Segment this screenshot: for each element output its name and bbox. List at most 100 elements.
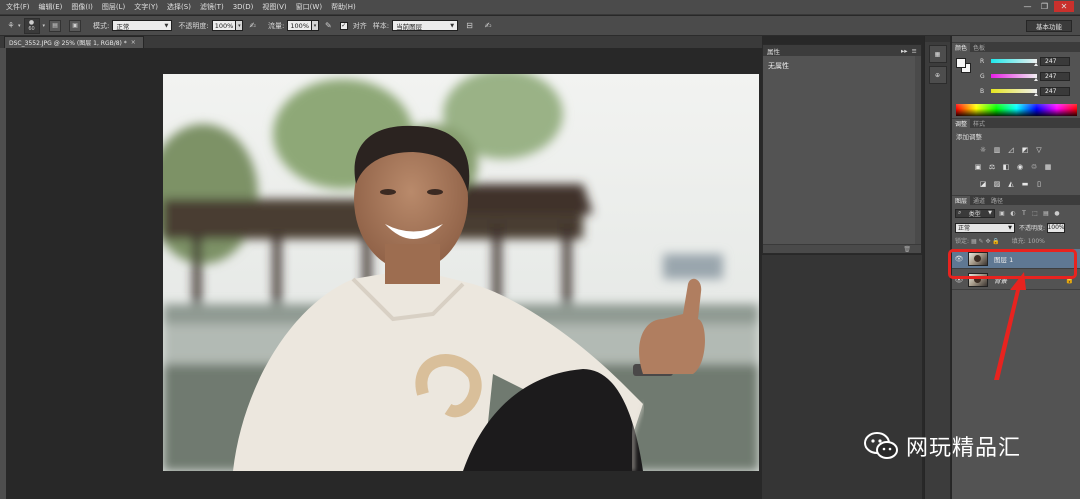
watermark-text: 网玩精品汇 [906,436,1022,461]
black-white-icon[interactable]: ◧ [1001,162,1011,171]
vibrance-icon[interactable]: ▽ [1034,145,1044,154]
layer-filter-select[interactable]: ⌕ 类型 ▼ [955,208,995,218]
layer-name[interactable]: 背景 [994,275,1007,285]
green-label: G [980,72,985,80]
menu-file[interactable]: 文件(F) [6,2,30,12]
tab-color[interactable]: 颜色 [952,43,971,52]
history-panel-icon[interactable]: ▦ [928,45,947,63]
color-lookup-icon[interactable]: ▦ [1043,162,1053,171]
photo-filter-icon[interactable]: ◉ [1015,162,1025,171]
airbrush-icon[interactable]: ✎ [325,21,332,30]
color-balance-icon[interactable]: ⚖ [987,162,997,171]
properties-panel: 属性 ▸▸ ≡ 无属性 🗑 [762,44,922,254]
ignore-adjustment-layers-icon[interactable]: ⊟ [466,21,473,30]
layer-opacity-input[interactable]: 100% [1047,222,1066,233]
lock-icon[interactable]: 🔒 [1065,276,1074,284]
menu-view[interactable]: 视图(V) [262,2,286,12]
selective-color-icon[interactable]: ▯ [1034,179,1044,188]
filter-toggle-icon[interactable]: ● [1053,210,1061,217]
tab-styles[interactable]: 样式 [970,119,988,128]
brush-preset-arrow-icon[interactable]: ▾ [43,23,46,29]
red-value-input[interactable]: 247 [1040,56,1070,66]
color-panel-tabs: 颜色 色板 [952,42,1080,52]
document-tab[interactable]: DSC_3552.JPG @ 25% (图层 1, RGB/8) * × [4,36,144,48]
properties-footer: 🗑 [763,244,921,253]
mode-select[interactable]: 正常 ▼ [112,20,173,31]
close-button[interactable]: ✕ [1054,1,1074,12]
pressure-size-icon[interactable]: ✍ [485,21,492,30]
trash-icon[interactable]: 🗑 [903,246,911,253]
layer-row[interactable]: 👁 图层 1 [952,249,1080,269]
color-spectrum[interactable] [956,104,1077,116]
filter-adjustment-icon[interactable]: ◐ [1009,210,1017,217]
minimize-button[interactable]: — [1020,1,1035,12]
filter-smart-object-icon[interactable]: ▤ [1042,210,1050,217]
tab-adjustments[interactable]: 调整 [952,119,971,128]
levels-icon[interactable]: ▥ [992,145,1002,154]
threshold-icon[interactable]: ◭ [1006,179,1016,188]
menu-help[interactable]: 帮助(H) [331,2,356,12]
visibility-eye-icon[interactable]: 👁 [952,276,966,284]
brightness-icon[interactable]: ☼ [978,145,988,154]
clone-source-panel-icon[interactable]: ▣ [69,19,82,32]
blue-slider[interactable] [991,89,1038,96]
panel-menu-icon[interactable]: ≡ [912,47,917,55]
properties-tab[interactable]: 属性 [767,46,780,56]
foreground-color-swatch[interactable] [956,58,966,68]
layer-name[interactable]: 图层 1 [994,254,1013,264]
properties-scrollbar[interactable] [915,56,921,246]
hue-saturation-icon[interactable]: ▣ [973,162,983,171]
clone-stamp-tool-icon[interactable]: ⚘ [4,19,18,33]
menu-type[interactable]: 文字(Y) [134,2,158,12]
menu-3d[interactable]: 3D(D) [233,3,254,11]
align-checkbox[interactable]: ✓ [339,21,348,30]
restore-button[interactable]: ❐ [1037,1,1052,12]
lock-icons[interactable]: ▦ ✎ ✥ 🔒 [971,238,1002,245]
clone-source-panel-icon[interactable]: ⊕ [928,66,947,84]
menu-layer[interactable]: 图层(L) [102,2,125,12]
opacity-input[interactable]: 100% [211,20,237,31]
pressure-opacity-icon[interactable]: ✍ [249,21,256,30]
sample-select[interactable]: 当前图层 ▼ [392,20,459,31]
flow-input[interactable]: 100% [287,20,312,31]
visibility-eye-icon[interactable]: 👁 [952,255,966,263]
blue-value-input[interactable]: 247 [1040,86,1070,96]
tool-preset-arrow-icon[interactable]: ▾ [18,23,21,29]
green-slider[interactable] [991,74,1038,81]
collapse-panel-icon[interactable]: ▸▸ [901,47,908,55]
filter-pixel-icon[interactable]: ▣ [998,210,1006,217]
color-panel: 颜色 色板 R 247 G 247 B 247 [952,42,1080,122]
canvas-area[interactable] [6,48,760,499]
strip-grip[interactable] [925,36,950,42]
invert-icon[interactable]: ◪ [978,179,988,188]
menu-window[interactable]: 窗口(W) [296,2,322,12]
green-value-input[interactable]: 247 [1040,71,1070,81]
close-tab-icon[interactable]: × [131,39,136,46]
document-canvas-photo[interactable] [163,74,759,471]
workspace-switcher[interactable]: 基本功能 [1026,20,1072,32]
posterize-icon[interactable]: ▨ [992,179,1002,188]
menu-select[interactable]: 选择(S) [167,2,191,12]
curves-icon[interactable]: ◿ [1006,145,1016,154]
filter-shape-icon[interactable]: ⬚ [1031,210,1039,217]
layer-row[interactable]: 👁 背景 🔒 [952,270,1080,290]
menu-image[interactable]: 图像(I) [71,2,93,12]
fill-value[interactable]: 100% [1028,238,1045,245]
exposure-icon[interactable]: ◩ [1020,145,1030,154]
blend-mode-select[interactable]: 正常 ▼ [955,222,1015,233]
tab-swatches[interactable]: 色板 [970,43,988,52]
filter-type-icon[interactable]: T [1020,210,1028,217]
tab-channels[interactable]: 通道 [970,196,988,205]
brush-panel-icon[interactable]: ▤ [49,19,62,32]
red-slider[interactable] [991,59,1038,66]
brush-preset-picker[interactable]: ● 60 [23,17,40,34]
tab-layers[interactable]: 图层 [952,196,971,205]
tab-paths[interactable]: 路径 [988,196,1006,205]
menu-filter[interactable]: 滤镜(T) [200,2,224,12]
menu-edit[interactable]: 编辑(E) [39,2,63,12]
layer-filter-value: 类型 [968,210,981,218]
flow-dropdown-icon[interactable]: ▾ [312,20,319,31]
channel-mixer-icon[interactable]: ♲ [1029,162,1039,171]
opacity-dropdown-icon[interactable]: ▾ [236,20,244,31]
gradient-map-icon[interactable]: ▬ [1020,179,1030,188]
